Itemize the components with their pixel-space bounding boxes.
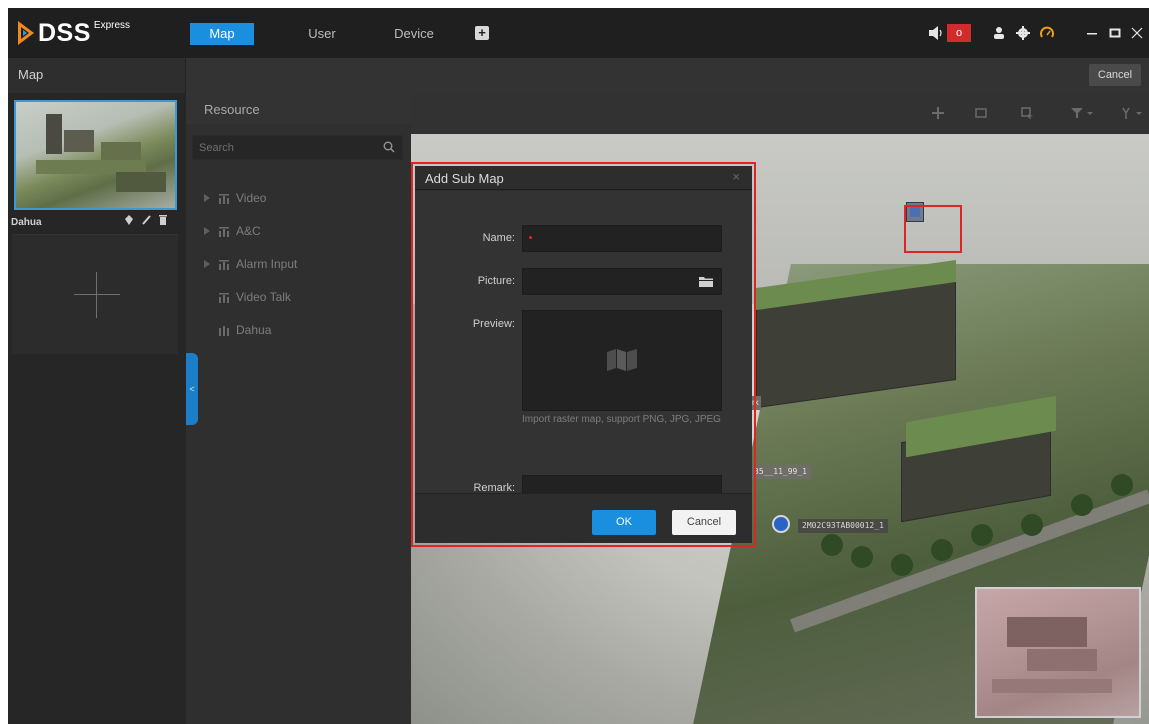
tree-item-video[interactable]: Video bbox=[204, 188, 266, 208]
tab-device[interactable]: Device bbox=[384, 23, 444, 45]
ok-button[interactable]: OK bbox=[592, 510, 656, 535]
preview-box bbox=[522, 310, 722, 411]
add-map-button[interactable] bbox=[12, 234, 178, 354]
resource-header: Resource bbox=[186, 93, 411, 124]
resource-search-box bbox=[192, 135, 403, 160]
device-group-icon bbox=[219, 292, 229, 303]
logo-edition: Express bbox=[93, 20, 131, 31]
resource-title: Resource bbox=[204, 102, 260, 117]
resource-panel: Resource Video A&C Alarm Input Video Tal… bbox=[186, 93, 411, 724]
alarm-count-badge[interactable]: o bbox=[947, 24, 971, 42]
select-box-icon[interactable] bbox=[974, 106, 988, 120]
map-icon bbox=[607, 349, 637, 371]
minimap[interactable] bbox=[975, 587, 1141, 718]
locate-icon[interactable] bbox=[124, 214, 134, 226]
dialog-footer: OK Cancel bbox=[415, 493, 752, 543]
gear-icon[interactable] bbox=[1014, 24, 1032, 42]
tools-icon[interactable] bbox=[1119, 106, 1133, 120]
dialog-body: Name: Picture: Preview: Import raster ma… bbox=[415, 191, 752, 502]
tree-item-dahua[interactable]: Dahua bbox=[218, 320, 271, 340]
add-sub-map-dialog: Add Sub Map × Name: Picture: Preview: Im… bbox=[415, 166, 752, 543]
map-list-title: Map bbox=[18, 67, 44, 82]
required-marker bbox=[529, 236, 532, 239]
tree-item-label: Dahua bbox=[236, 323, 272, 337]
tab-map[interactable]: Map bbox=[190, 23, 254, 45]
map-list: Dahua bbox=[8, 93, 186, 724]
tools-dropdown-icon[interactable] bbox=[1135, 106, 1143, 120]
tree-item-alarm-input[interactable]: Alarm Input bbox=[204, 254, 297, 274]
picture-field[interactable] bbox=[522, 268, 722, 295]
expand-caret-icon[interactable] bbox=[204, 260, 210, 268]
picture-label: Picture: bbox=[477, 275, 515, 287]
collapse-panel-button[interactable]: < bbox=[186, 353, 198, 425]
minimize-icon[interactable] bbox=[1083, 24, 1101, 42]
device-group-icon bbox=[219, 226, 229, 237]
top-bar: DSS Express Map User Device + o bbox=[8, 8, 1149, 58]
tree-item-label: Video bbox=[236, 191, 267, 205]
device-group-icon bbox=[219, 259, 229, 270]
map-node-icon bbox=[219, 325, 229, 336]
preview-label: Preview: bbox=[472, 318, 515, 330]
cancel-button[interactable]: Cancel bbox=[672, 510, 736, 535]
tree-item-label: Alarm Input bbox=[236, 257, 298, 271]
tree-item-video-talk[interactable]: Video Talk bbox=[218, 287, 291, 307]
map-toolbar bbox=[411, 93, 1149, 134]
tab-user[interactable]: User bbox=[292, 23, 352, 45]
highlight-box-camera bbox=[904, 205, 962, 253]
close-icon[interactable]: × bbox=[732, 169, 740, 184]
map-name-label: Dahua bbox=[11, 217, 42, 228]
sub-header: Map Cancel bbox=[8, 58, 1149, 93]
plus-icon bbox=[74, 294, 120, 295]
filter-icon[interactable] bbox=[1070, 106, 1084, 120]
expand-caret-icon[interactable] bbox=[204, 194, 210, 202]
resource-search-input[interactable] bbox=[193, 136, 373, 159]
map-list-header: Map bbox=[8, 58, 186, 93]
logo-mark-icon bbox=[18, 21, 34, 45]
tree-item-label: A&C bbox=[236, 224, 261, 238]
name-label: Name: bbox=[482, 232, 515, 244]
tree-item-ac[interactable]: A&C bbox=[204, 221, 261, 241]
maximize-icon[interactable] bbox=[1106, 24, 1124, 42]
device-pin-label[interactable]: 2M02C93TAB00012_1 bbox=[798, 519, 888, 533]
dialog-title: Add Sub Map bbox=[425, 171, 504, 186]
expand-caret-icon[interactable] bbox=[204, 227, 210, 235]
map-thumbnail-tools bbox=[124, 214, 168, 226]
user-icon[interactable] bbox=[990, 24, 1008, 42]
tree-item-label: Video Talk bbox=[236, 290, 291, 304]
device-pin-icon[interactable] bbox=[772, 515, 790, 533]
device-group-icon bbox=[219, 193, 229, 204]
device-label[interactable]: 35__11_99_1 bbox=[750, 465, 811, 479]
logo-text: DSS bbox=[38, 19, 91, 47]
preview-hint-text: Import raster map, support PNG, JPG, JPE… bbox=[522, 414, 721, 425]
close-icon[interactable] bbox=[1128, 24, 1146, 42]
cancel-edit-button[interactable]: Cancel bbox=[1089, 64, 1141, 86]
edit-icon[interactable] bbox=[141, 214, 151, 226]
select-area-icon[interactable] bbox=[1020, 106, 1034, 120]
map-thumbnail[interactable] bbox=[14, 100, 177, 210]
name-field[interactable] bbox=[522, 225, 722, 252]
search-icon[interactable] bbox=[383, 141, 395, 153]
dialog-header: Add Sub Map × bbox=[415, 166, 752, 190]
move-icon[interactable] bbox=[931, 106, 945, 120]
logo: DSS Express bbox=[18, 19, 130, 47]
filter-dropdown-icon[interactable] bbox=[1086, 106, 1094, 120]
folder-icon[interactable] bbox=[699, 276, 713, 287]
delete-icon[interactable] bbox=[158, 214, 168, 226]
add-tab-button[interactable]: + bbox=[475, 26, 489, 40]
speedometer-icon[interactable] bbox=[1038, 24, 1056, 42]
volume-icon[interactable] bbox=[929, 25, 943, 41]
